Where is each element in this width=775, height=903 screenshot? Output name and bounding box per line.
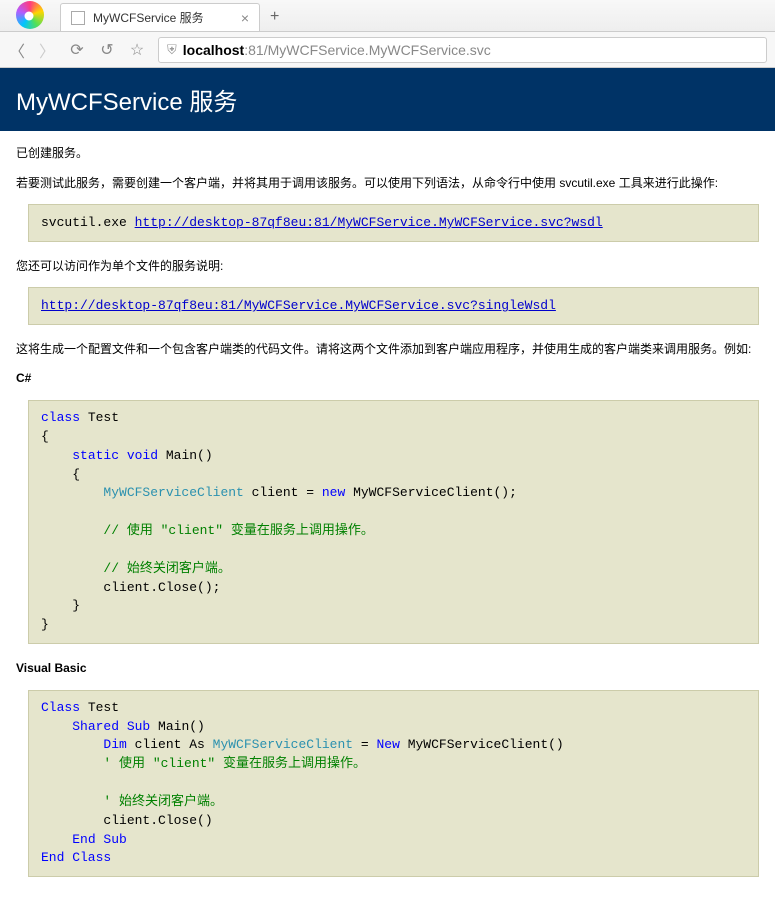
single-wsdl-box: http://desktop-87qf8eu:81/MyWCFService.M… <box>28 287 759 325</box>
vb-heading: Visual Basic <box>16 658 759 680</box>
back-button[interactable]: 〈 <box>8 38 26 62</box>
tab-title: MyWCFService 服务 <box>93 9 204 26</box>
browser-tab[interactable]: MyWCFService 服务 × <box>60 3 260 31</box>
vb-code-box: Class Test Shared Sub Main() Dim client … <box>28 690 759 878</box>
url-text: localhost:81/MyWCFService.MyWCFService.s… <box>183 42 491 58</box>
svcutil-command-box: svcutil.exe http://desktop-87qf8eu:81/My… <box>28 204 759 242</box>
forward-button[interactable]: 〉 <box>38 38 56 62</box>
swirl-icon <box>16 1 44 29</box>
single-wsdl-link[interactable]: http://desktop-87qf8eu:81/MyWCFService.M… <box>41 298 556 313</box>
csharp-code-box: class Test { static void Main() { MyWCFS… <box>28 400 759 644</box>
url-host: localhost <box>183 42 244 58</box>
browser-tab-bar: MyWCFService 服务 × + <box>0 0 775 32</box>
generate-text: 这将生成一个配置文件和一个包含客户端类的代码文件。请将这两个文件添加到客户端应用… <box>16 339 759 361</box>
csharp-heading: C# <box>16 368 759 390</box>
shield-icon: ⛨ <box>167 42 177 58</box>
browser-logo <box>0 0 60 31</box>
page-content: 已创建服务。 若要测试此服务，需要创建一个客户端，并将其用于调用该服务。可以使用… <box>0 131 775 903</box>
page-icon <box>71 11 85 25</box>
undo-button[interactable]: ↺ <box>98 40 116 60</box>
page-title: MyWCFService 服务 <box>0 68 775 131</box>
url-path: :81/MyWCFService.MyWCFService.svc <box>244 42 491 58</box>
wsdl-link[interactable]: http://desktop-87qf8eu:81/MyWCFService.M… <box>135 215 603 230</box>
browser-toolbar: 〈 〉 ⟳ ↺ ☆ ⛨ localhost:81/MyWCFService.My… <box>0 32 775 68</box>
star-icon[interactable]: ☆ <box>128 40 146 60</box>
cmd-prefix: svcutil.exe <box>41 215 135 230</box>
address-bar[interactable]: ⛨ localhost:81/MyWCFService.MyWCFService… <box>158 37 767 63</box>
instruction-text: 若要测试此服务，需要创建一个客户端，并将其用于调用该服务。可以使用下列语法，从命… <box>16 173 759 195</box>
single-file-text: 您还可以访问作为单个文件的服务说明: <box>16 256 759 278</box>
new-tab-button[interactable]: + <box>260 3 289 31</box>
created-text: 已创建服务。 <box>16 143 759 165</box>
reload-button[interactable]: ⟳ <box>68 40 86 60</box>
close-icon[interactable]: × <box>241 10 249 26</box>
